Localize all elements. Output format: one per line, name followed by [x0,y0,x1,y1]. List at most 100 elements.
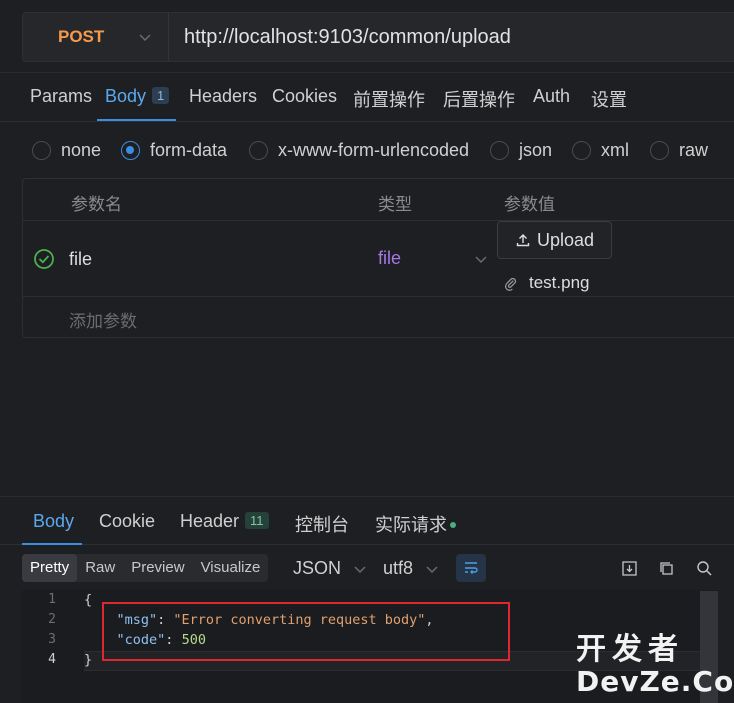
tab-params[interactable]: Params [30,86,92,107]
table-header: 参数名 类型 参数值 [23,179,734,221]
file-name: test.png [529,273,590,292]
tab-label: 控制台 [295,515,349,535]
line-number: 1 [48,592,56,607]
upload-label: Upload [536,229,595,250]
request-tabs: Params Body 1 Headers Cookies 前置操作 后置操作 A… [0,76,734,122]
upload-button[interactable]: Upload [497,221,612,259]
resp-tab-header[interactable]: Header 11 [180,511,269,532]
tab-settings[interactable]: 设置 [591,86,627,112]
copy-icon[interactable] [658,560,675,577]
line-number: 3 [48,632,56,647]
radio-label: none [61,140,102,160]
tab-headers[interactable]: Headers [189,86,257,107]
radio-json[interactable]: json [490,140,552,161]
add-param-input[interactable]: 添加参数 [69,307,137,332]
tab-post-actions[interactable]: 后置操作 [443,86,515,112]
resp-tab-body[interactable]: Body [33,511,74,532]
radio-label: xml [601,140,629,160]
tab-pre-actions[interactable]: 前置操作 [353,86,425,112]
json-brace: { [84,592,93,608]
encoding-select[interactable]: utf8 [383,558,439,579]
header-count-badge: 11 [245,512,269,529]
tab-label: Header [180,511,240,531]
tab-label: Cookies [272,86,338,106]
resp-tab-console[interactable]: 控制台 [295,511,349,537]
column-header-type: 类型 [378,195,412,214]
radio-dot [490,141,509,160]
response-tabs: Body Cookie Header 11 控制台 实际请求 [0,497,734,545]
radio-label: raw [679,140,709,160]
radio-xml[interactable]: xml [572,140,629,161]
view-preview[interactable]: Preview [123,554,192,582]
column-header-value: 参数值 [504,195,555,214]
tab-label: Auth [533,86,571,106]
line-number-gutter: 1 2 3 4 [22,590,74,703]
tab-label: Params [30,86,93,106]
url-input[interactable]: http://localhost:9103/common/upload [184,26,511,49]
active-tab-indicator [22,543,82,545]
radio-form-data[interactable]: form-data [121,140,227,161]
radio-label: x-www-form-urlencoded [278,140,470,160]
resp-tab-actual-request[interactable]: 实际请求 [375,511,456,537]
body-count-badge: 1 [152,87,170,104]
tab-cookies[interactable]: Cookies [272,86,337,107]
param-type-select[interactable]: file [378,248,401,269]
radio-dot [249,141,268,160]
search-icon[interactable] [696,560,713,577]
watermark-cn: 开发者 [576,632,684,667]
tab-label: 实际请求 [375,515,447,535]
save-icon[interactable] [621,560,638,577]
format-label: JSON [293,558,342,578]
tab-label: 前置操作 [353,90,425,110]
wrap-icon [465,562,478,574]
paperclip-icon [504,277,517,291]
method-label: POST [58,27,105,46]
chevron-down-icon [139,34,151,42]
active-tab-indicator [97,119,176,121]
word-wrap-button[interactable] [456,554,486,582]
radio-dot [32,141,51,160]
resp-tab-cookie[interactable]: Cookie [99,511,155,532]
radio-raw[interactable]: raw [650,140,708,161]
table-row: file file Upload test.png [23,221,734,297]
upload-icon [516,234,530,247]
url-bar: POST http://localhost:9103/common/upload [22,12,734,62]
radio-x-www-form-urlencoded[interactable]: x-www-form-urlencoded [249,140,469,161]
radio-label: form-data [150,140,228,160]
tab-label: Cookie [99,511,156,531]
view-raw[interactable]: Raw [77,554,123,582]
line-number: 4 [48,652,56,667]
format-select[interactable]: JSON [293,558,367,579]
attached-file[interactable]: test.png [503,273,590,293]
watermark-logo: 开发者 DevZe.CoM [576,632,734,700]
tab-label: 设置 [591,90,627,110]
tab-label: Body [33,511,75,531]
view-pretty[interactable]: Pretty [22,554,78,582]
divider [0,72,734,73]
tab-label: 后置操作 [443,90,515,110]
radio-dot [572,141,591,160]
method-select[interactable]: POST [23,13,169,61]
chevron-down-icon [426,565,438,573]
encoding-label: utf8 [383,558,414,578]
check-circle-icon[interactable] [33,248,55,270]
param-name[interactable]: file [69,249,92,270]
column-header-name: 参数名 [71,195,122,214]
body-type-group: none form-data x-www-form-urlencoded jso… [0,136,734,168]
view-mode-toggle: Pretty Raw Preview Visualize [22,554,269,582]
tab-label: Headers [189,86,258,106]
radio-dot-selected [121,141,140,160]
annotation-highlight-box [102,602,510,661]
radio-none[interactable]: none [32,140,101,161]
params-table: 参数名 类型 参数值 file file Upload test.png 添加参… [22,178,734,338]
tab-auth[interactable]: Auth [533,86,570,107]
chevron-down-icon [354,565,366,573]
tab-label: Body [105,86,147,106]
radio-dot [650,141,669,160]
line-number: 2 [48,612,56,627]
chevron-down-icon[interactable] [474,252,488,266]
tab-body[interactable]: Body 1 [105,86,170,107]
status-dot [450,522,456,528]
view-visualize[interactable]: Visualize [193,554,269,582]
watermark-en: DevZe.CoM [576,665,734,698]
